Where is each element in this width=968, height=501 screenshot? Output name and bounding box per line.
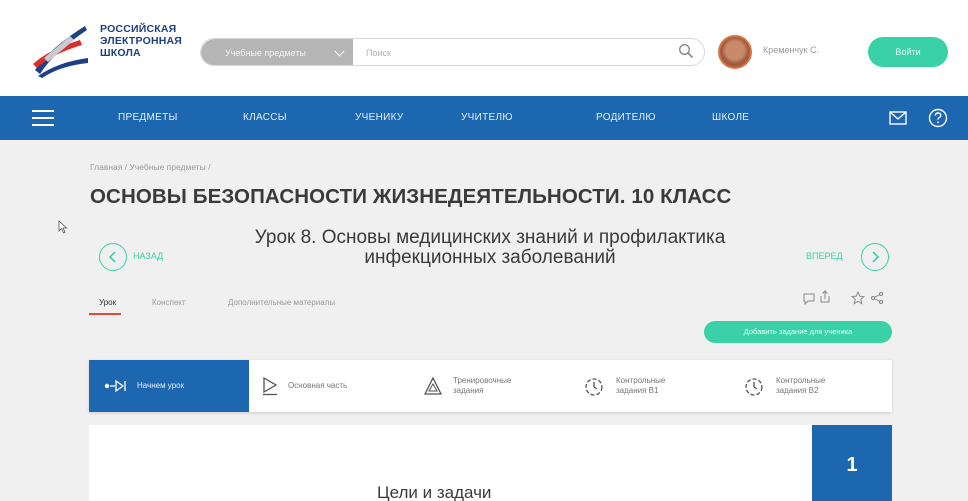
- search-input[interactable]: Поиск: [366, 39, 391, 65]
- step-training-tasks[interactable]: Тренировочные задания: [409, 360, 569, 412]
- step-label: Начнем урок: [137, 381, 185, 390]
- slide-number: 1: [812, 425, 892, 501]
- step-start-lesson[interactable]: Начнем урок: [89, 360, 249, 412]
- logo-line-3: ШКОЛА: [100, 47, 141, 59]
- lesson-title-line-1: Урок 8. Основы медицинских знаний и проф…: [254, 227, 726, 248]
- search-bar: Учебные предметы Поиск: [200, 38, 705, 66]
- main-content: Главная / Учебные предметы / ОСНОВЫ БЕЗО…: [0, 140, 968, 501]
- chevron-down-icon: [334, 46, 345, 57]
- tab-lesson[interactable]: Урок: [99, 298, 116, 307]
- tab-summary[interactable]: Конспект: [152, 298, 186, 307]
- step-label: Контрольные задания В2: [776, 376, 826, 395]
- help-icon[interactable]: [928, 108, 948, 128]
- prev-lesson-button[interactable]: [99, 243, 127, 271]
- section-heading: Цели и задачи: [377, 483, 492, 501]
- chevron-right-icon: [872, 251, 880, 263]
- lesson-title: Урок 8. Основы медицинских знаний и проф…: [200, 228, 780, 268]
- prev-lesson-label[interactable]: НАЗАД: [133, 251, 163, 261]
- timer-icon: [745, 378, 763, 396]
- next-lesson-label[interactable]: ВПЕРЕД: [806, 251, 843, 261]
- cursor-icon: [58, 220, 68, 234]
- lesson-title-line-2: инфекционных заболеваний: [364, 247, 616, 268]
- login-button[interactable]: Войти: [868, 37, 948, 67]
- share-nodes-icon[interactable]: [870, 291, 884, 305]
- logo-line-1: РОССИЙСКАЯ: [100, 23, 177, 35]
- nav-item-parent[interactable]: РОДИТЕЛЮ: [596, 96, 656, 140]
- step-control-b2[interactable]: Контрольные задания В2: [729, 360, 892, 412]
- search-icon[interactable]: [678, 43, 694, 59]
- triangle-icon: [424, 376, 442, 395]
- mail-icon[interactable]: [889, 111, 907, 125]
- main-nav: ПРЕДМЕТЫ КЛАССЫ УЧЕНИКУ УЧИТЕЛЮ РОДИТЕЛЮ…: [0, 96, 968, 140]
- lesson-steps: Начнем урок Основная часть Тренировочные…: [89, 360, 892, 412]
- step-main-part[interactable]: Основная часть: [249, 360, 409, 412]
- menu-icon[interactable]: [32, 110, 54, 126]
- step-label: Тренировочные задания: [453, 376, 512, 395]
- play-square-icon: [263, 376, 278, 396]
- play-dot-icon: [104, 379, 126, 393]
- star-icon[interactable]: [851, 291, 865, 305]
- logo-line-2: ЭЛЕКТРОННАЯ: [100, 35, 183, 47]
- nav-item-subjects[interactable]: ПРЕДМЕТЫ: [118, 96, 178, 140]
- step-label: Контрольные задания В1: [616, 376, 666, 395]
- active-tab-indicator: [89, 313, 121, 315]
- page-title: ОСНОВЫ БЕЗОПАСНОСТИ ЖИЗНЕДЕЯТЕЛЬНОСТИ. 1…: [90, 185, 732, 208]
- nav-item-teacher[interactable]: УЧИТЕЛЮ: [461, 96, 513, 140]
- nav-item-school[interactable]: ШКОЛЕ: [712, 96, 749, 140]
- share-icon[interactable]: [818, 290, 832, 304]
- next-lesson-button[interactable]: [861, 243, 889, 271]
- timer-icon: [585, 378, 603, 396]
- search-category-value: Учебные предметы: [225, 48, 306, 58]
- logo-text[interactable]: РОССИЙСКАЯ ЭЛЕКТРОННАЯ ШКОЛА: [100, 23, 182, 59]
- step-control-b1[interactable]: Контрольные задания В1: [569, 360, 729, 412]
- nav-item-classes[interactable]: КЛАССЫ: [243, 96, 287, 140]
- breadcrumb[interactable]: Главная / Учебные предметы /: [90, 162, 211, 172]
- step-label: Основная часть: [288, 381, 348, 390]
- chevron-left-icon: [108, 251, 116, 263]
- site-header: РОССИЙСКАЯ ЭЛЕКТРОННАЯ ШКОЛА Учебные пре…: [0, 0, 968, 96]
- user-name[interactable]: Кременчук С.: [763, 45, 819, 55]
- logo-icon[interactable]: [30, 18, 90, 80]
- add-task-button[interactable]: Добавить задание для ученика: [704, 321, 892, 343]
- nav-item-student[interactable]: УЧЕНИКУ: [355, 96, 404, 140]
- avatar[interactable]: [718, 35, 752, 69]
- search-category-select[interactable]: Учебные предметы: [201, 39, 353, 65]
- tab-additional-materials[interactable]: Дополнительные материалы: [228, 298, 335, 307]
- comment-icon[interactable]: [802, 292, 816, 306]
